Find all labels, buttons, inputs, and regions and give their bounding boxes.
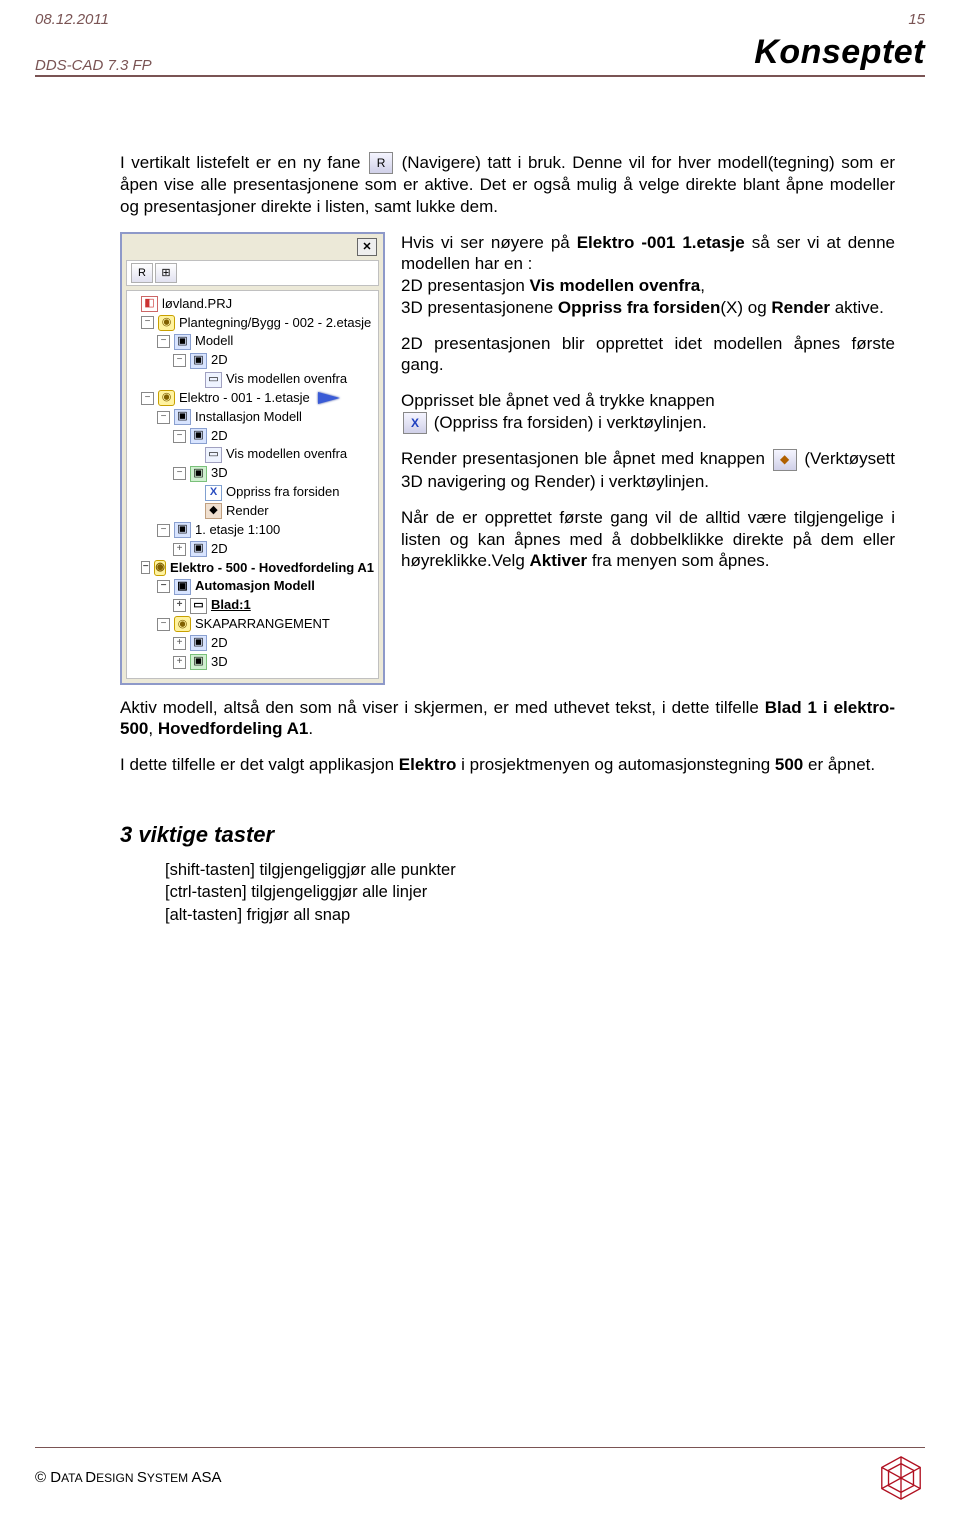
- tree-row-plantegning[interactable]: −◉Plantegning/Bygg - 002 - 2.etasje: [131, 314, 376, 333]
- tree-view[interactable]: ◧løvland.PRJ −◉Plantegning/Bygg - 002 - …: [126, 290, 379, 679]
- key-line-2: [ctrl-tasten] tilgjengeliggjør alle linj…: [165, 881, 895, 903]
- tree-row-2d-c[interactable]: +▣2D: [131, 540, 376, 559]
- header-rule: [35, 75, 925, 77]
- bulb-icon: ◉: [174, 616, 191, 632]
- project-icon: ◧: [141, 296, 158, 312]
- view-icon: ▭: [205, 447, 222, 463]
- cube-icon: ▣: [174, 334, 191, 350]
- collapse-icon[interactable]: −: [141, 392, 154, 405]
- bulb-icon: ◉: [158, 390, 175, 406]
- expand-icon[interactable]: +: [173, 599, 186, 612]
- cube-icon: ▣: [174, 579, 191, 595]
- section-heading: 3 viktige taster: [120, 821, 895, 849]
- collapse-icon[interactable]: −: [141, 561, 150, 574]
- right-p5: Når de er opprettet første gang vil de a…: [401, 507, 895, 572]
- right-p1: Hvis vi ser nøyere på Elektro -001 1.eta…: [401, 232, 895, 319]
- render-icon: ◆: [205, 503, 222, 519]
- cube-icon: ▣: [174, 409, 191, 425]
- expand-icon[interactable]: +: [173, 637, 186, 650]
- collapse-icon[interactable]: −: [157, 618, 170, 631]
- dds-logo-icon: [877, 1454, 925, 1502]
- tree-row-etasje[interactable]: −▣1. etasje 1:100: [131, 521, 376, 540]
- tree-row-2d-b[interactable]: −▣2D: [131, 427, 376, 446]
- right-p4: Render presentasjonen ble åpnet med knap…: [401, 448, 895, 492]
- header-product: DDS-CAD 7.3 FP: [35, 56, 152, 75]
- tree-row-oppriss[interactable]: XOppriss fra forsiden: [131, 483, 376, 502]
- expand-icon[interactable]: +: [173, 656, 186, 669]
- footer: © DATA DESIGN SYSTEM ASA: [35, 1447, 925, 1502]
- view-icon: ▭: [205, 372, 222, 388]
- key-line-1: [shift-tasten] tilgjengeliggjør alle pun…: [165, 859, 895, 881]
- tree-row-3d[interactable]: −▣3D: [131, 464, 376, 483]
- nav-icon: R: [369, 152, 393, 174]
- header-pageno: 15: [908, 10, 925, 29]
- right-p3: Opprisset ble åpnet ved å trykke knappen…: [401, 390, 895, 434]
- cube-icon: ▣: [190, 466, 207, 482]
- expand-icon[interactable]: +: [173, 543, 186, 556]
- cube-icon: ▣: [174, 522, 191, 538]
- close-icon[interactable]: ✕: [357, 238, 377, 256]
- collapse-icon[interactable]: −: [157, 580, 170, 593]
- after-p1: Aktiv modell, altså den som nå viser i s…: [120, 697, 895, 741]
- header-title: Konseptet: [754, 31, 925, 75]
- bulb-icon: ◉: [158, 315, 175, 331]
- tree-row-render[interactable]: ◆Render: [131, 502, 376, 521]
- tree-row-elektro001[interactable]: −◉Elektro - 001 - 1.etasje: [131, 389, 376, 408]
- right-p2: 2D presentasjonen blir opprettet idet mo…: [401, 333, 895, 377]
- render-icon: ◆: [773, 449, 797, 471]
- cube-icon: ▣: [190, 353, 207, 369]
- tree-row-blad1[interactable]: +▭Blad:1: [131, 596, 376, 615]
- tree-row-2d[interactable]: −▣2D: [131, 351, 376, 370]
- tree-row-3d-b[interactable]: +▣3D: [131, 653, 376, 672]
- key-line-3: [alt-tasten] frigjør all snap: [165, 904, 895, 926]
- tree-panel: ✕ R ⊞ ◧løvland.PRJ −◉Plantegning/Bygg - …: [120, 232, 385, 685]
- collapse-icon[interactable]: −: [157, 335, 170, 348]
- collapse-icon[interactable]: −: [157, 411, 170, 424]
- sheet-icon: ▭: [190, 598, 207, 614]
- collapse-icon[interactable]: −: [173, 430, 186, 443]
- cube-icon: ▣: [190, 541, 207, 557]
- tree-row-modell[interactable]: −▣Modell: [131, 332, 376, 351]
- after-p2: I dette tilfelle er det valgt applikasjo…: [120, 754, 895, 776]
- tree-row-skap[interactable]: −◉SKAPARRANGEMENT: [131, 615, 376, 634]
- cube-icon: ▣: [190, 654, 207, 670]
- panel-toolbar: R ⊞: [126, 260, 379, 286]
- panel-titlebar: ✕: [126, 238, 379, 260]
- collapse-icon[interactable]: −: [173, 354, 186, 367]
- tree-row-vis1[interactable]: ▭Vis modellen ovenfra: [131, 370, 376, 389]
- footer-copyright: © DATA DESIGN SYSTEM ASA: [35, 1468, 222, 1487]
- collapse-icon[interactable]: −: [173, 467, 186, 480]
- cube-icon: ▣: [190, 635, 207, 651]
- bulb-icon: ◉: [154, 560, 166, 576]
- intro-paragraph: I vertikalt listefelt er en ny fane R (N…: [120, 152, 895, 218]
- collapse-icon[interactable]: −: [157, 524, 170, 537]
- tree-row-2d-d[interactable]: +▣2D: [131, 634, 376, 653]
- pointer-arrow-icon: [318, 392, 340, 404]
- oppriss-icon: X: [403, 412, 427, 434]
- tree-row-install-modell[interactable]: −▣Installasjon Modell: [131, 408, 376, 427]
- header-date: 08.12.2011: [35, 10, 109, 29]
- cube-icon: ▣: [190, 428, 207, 444]
- tool-nav-icon[interactable]: R: [131, 263, 153, 283]
- tree-row-vis2[interactable]: ▭Vis modellen ovenfra: [131, 445, 376, 464]
- collapse-icon[interactable]: −: [141, 316, 154, 329]
- tree-row-elektro500[interactable]: −◉Elektro - 500 - Hovedfordeling A1: [131, 559, 376, 578]
- oppriss-icon: X: [205, 485, 222, 501]
- tree-row-automasjon[interactable]: −▣Automasjon Modell: [131, 577, 376, 596]
- tool-grid-icon[interactable]: ⊞: [155, 263, 177, 283]
- tree-row-prj[interactable]: ◧løvland.PRJ: [131, 295, 376, 314]
